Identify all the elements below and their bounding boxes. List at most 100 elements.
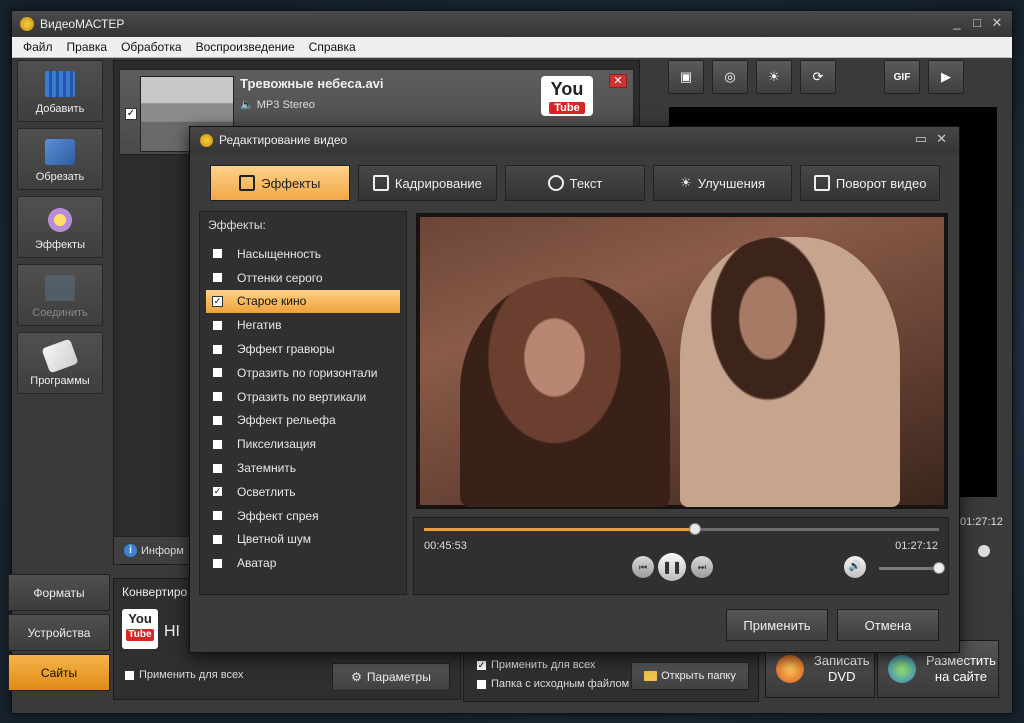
close-button[interactable]: ✕ — [988, 15, 1006, 31]
effect-item[interactable]: Отразить по горизонтали — [206, 361, 400, 385]
params-button[interactable]: ⚙ Параметры — [332, 663, 450, 691]
tab-rotate[interactable]: Поворот видео — [800, 165, 940, 201]
video-preview — [416, 213, 948, 509]
menu-playback[interactable]: Воспроизведение — [189, 40, 302, 54]
dialog-close-button[interactable]: ✕ — [936, 131, 947, 147]
effect-label: Эффект гравюры — [237, 342, 335, 357]
effect-checkbox[interactable] — [212, 319, 223, 331]
effect-checkbox[interactable] — [212, 248, 223, 260]
effect-checkbox[interactable] — [212, 438, 223, 450]
effect-item[interactable]: Цветной шум — [206, 528, 400, 552]
effect-label: Отразить по горизонтали — [237, 365, 378, 380]
woman-figure — [460, 277, 670, 507]
effect-item[interactable]: Отразить по вертикали — [206, 385, 400, 409]
effect-item[interactable]: Затемнить — [206, 456, 400, 480]
seek-handle[interactable] — [688, 523, 701, 535]
open-folder-button[interactable]: Открыть папку — [631, 662, 749, 690]
apply-all-right[interactable]: ✓ Применить для всех — [476, 659, 595, 671]
right-time-label: 01:27:12 — [960, 516, 1003, 528]
effect-item[interactable]: Пикселизация — [206, 432, 400, 456]
same-folder-option[interactable]: Папка с исходным файлом — [476, 678, 629, 690]
player-controls: 00:45:53 01:27:12 ⏮ ❚❚ ⏭ 🔊 — [413, 517, 949, 595]
effect-checkbox[interactable] — [212, 367, 223, 379]
seek-progress — [424, 528, 695, 531]
effect-item[interactable]: Оттенки серого — [206, 266, 400, 290]
enhance-tab-icon: ☀ — [680, 175, 692, 190]
tab-crop[interactable]: Кадрирование — [357, 165, 498, 201]
right-toolbar: ▣ ◎ ☀ ⟳ GIF ▶ — [664, 60, 1000, 100]
volume-slider[interactable] — [879, 562, 945, 574]
crop-icon[interactable]: ▣ — [668, 60, 704, 94]
seek-bar[interactable] — [424, 523, 939, 535]
effects-tab-icon — [239, 175, 256, 191]
join-video-icon — [45, 275, 75, 301]
menu-file[interactable]: Файл — [16, 40, 60, 54]
effect-item[interactable]: Насыщенность — [206, 242, 400, 266]
effect-checkbox[interactable] — [212, 343, 223, 355]
effect-checkbox[interactable] — [212, 414, 223, 426]
effect-checkbox[interactable]: ✓ — [212, 295, 223, 307]
effect-checkbox[interactable] — [212, 533, 223, 545]
cancel-button[interactable]: Отмена — [837, 609, 939, 641]
effect-label: Пикселизация — [237, 437, 316, 452]
tab-effects[interactable]: Эффекты — [210, 165, 350, 201]
gif-button[interactable]: GIF — [884, 60, 920, 94]
dialog-tabs: Эффекты Кадрирование Текст ☀ Улучшения По… — [210, 165, 940, 201]
effect-checkbox[interactable] — [212, 272, 223, 284]
effects-button[interactable]: Эффекты — [17, 196, 103, 258]
effect-item[interactable]: Негатив — [206, 313, 400, 337]
menu-processing[interactable]: Обработка — [114, 40, 189, 54]
prev-frame-button[interactable]: ⏮ — [632, 556, 654, 578]
text-icon[interactable]: ◎ — [712, 60, 748, 94]
file-checkbox[interactable]: ✓ — [125, 108, 137, 120]
tab-formats[interactable]: Форматы — [8, 574, 110, 611]
apply-all-left-checkbox[interactable] — [124, 669, 135, 681]
effect-item[interactable]: Эффект спрея — [206, 504, 400, 528]
effect-item[interactable]: Эффект гравюры — [206, 337, 400, 361]
minimize-button[interactable]: _ — [948, 15, 966, 30]
menu-help[interactable]: Справка — [302, 40, 363, 54]
effect-item[interactable]: ✓ Осветлить — [206, 480, 400, 504]
upload-site-label: Разместить на сайте — [926, 653, 996, 685]
effect-label: Старое кино — [237, 294, 307, 309]
dialog-maximize-button[interactable]: ▭ — [915, 131, 927, 147]
apply-all-right-checkbox[interactable]: ✓ — [476, 659, 487, 671]
menu-edit[interactable]: Правка — [60, 40, 115, 54]
apply-button[interactable]: Применить — [726, 609, 828, 641]
right-volume-knob[interactable] — [978, 545, 990, 557]
programs-button[interactable]: Программы — [17, 332, 103, 394]
add-button[interactable]: Добавить — [17, 60, 103, 122]
window-title: ВидеоМАСТЕР — [40, 17, 125, 31]
same-folder-checkbox[interactable] — [476, 678, 487, 690]
tab-text[interactable]: Текст — [505, 165, 645, 201]
effect-checkbox[interactable] — [212, 510, 223, 522]
fullscreen-icon[interactable]: ▶ — [928, 60, 964, 94]
rotate-icon[interactable]: ⟳ — [800, 60, 836, 94]
effect-checkbox[interactable] — [212, 557, 223, 569]
tab-devices[interactable]: Устройства — [8, 614, 110, 651]
cut-button[interactable]: Обрезать — [17, 128, 103, 190]
apply-all-left[interactable]: Применить для всех — [124, 669, 243, 681]
effects-panel: Эффекты: Насыщенность Оттенки серого ✓ Стар… — [199, 211, 407, 595]
maximize-button[interactable]: □ — [968, 15, 986, 30]
tab-enhance[interactable]: ☀ Улучшения — [652, 165, 793, 201]
tab-sites[interactable]: Сайты — [8, 654, 110, 691]
effect-checkbox[interactable] — [212, 391, 223, 403]
next-frame-button[interactable]: ⏭ — [691, 556, 713, 578]
volume-icon[interactable]: 🔊 — [844, 556, 866, 578]
burn-dvd-line2: DVD — [828, 669, 856, 684]
effect-item[interactable]: Аватар — [206, 551, 400, 575]
effect-checkbox[interactable]: ✓ — [212, 486, 223, 498]
effect-checkbox[interactable] — [212, 462, 223, 474]
brightness-icon[interactable]: ☀ — [756, 60, 792, 94]
remove-file-button[interactable]: ✕ — [609, 74, 627, 88]
join-button[interactable]: Соединить — [17, 264, 103, 326]
effect-item[interactable]: Эффект рельефа — [206, 409, 400, 433]
total-time: 01:27:12 — [895, 540, 938, 552]
effect-item[interactable]: ✓ Старое кино — [206, 289, 400, 314]
youtube-format-icon[interactable]: You Tube — [122, 609, 158, 649]
volume-handle[interactable] — [933, 562, 945, 574]
pause-button[interactable]: ❚❚ — [658, 553, 686, 581]
file-audio-info: 🔈 MP3 Stereo — [240, 98, 315, 111]
info-label[interactable]: Информ — [141, 545, 184, 557]
